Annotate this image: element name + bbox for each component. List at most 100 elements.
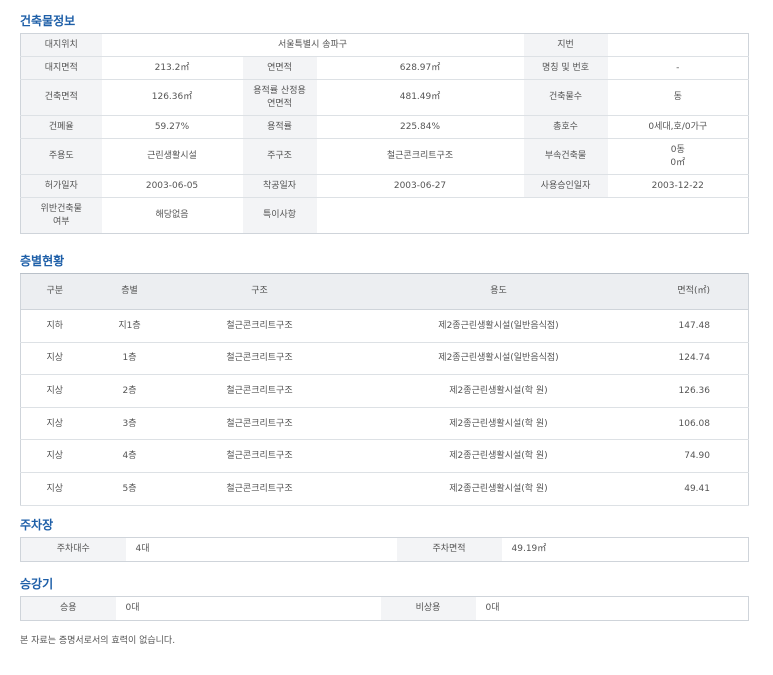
info-value: 481.49㎡: [316, 79, 524, 116]
info-label: 연면적: [242, 56, 317, 80]
parking-count-label: 주차대수: [20, 537, 126, 562]
info-label: 용적률 산정용 연면적: [242, 79, 317, 116]
table-row: 지상 3층 철근콘크리트구조 제2종근린생활시설(학 원) 106.08: [20, 407, 749, 441]
floor-type: 지상: [20, 439, 89, 473]
floor-header-floor: 층별: [88, 273, 171, 310]
floor-table: 구분 층별 구조 용도 면적(㎡) 지하 지1층 철근콘크리트구조 제2종근린생활시설…: [20, 273, 749, 506]
info-value: 213.2㎡: [101, 56, 243, 80]
floor-structure: 철근콘크리트구조: [170, 472, 349, 506]
info-label: 건축면적: [20, 79, 102, 116]
info-value: [316, 197, 749, 234]
table-row: 지상 4층 철근콘크리트구조 제2종근린생활시설(학 원) 74.90: [20, 439, 749, 473]
info-label: 건축물수: [523, 79, 608, 116]
info-value: 해당없음: [101, 197, 243, 234]
info-label: 대지면적: [20, 56, 102, 80]
floor-level: 5층: [88, 472, 171, 506]
info-label: 건폐율: [20, 115, 102, 139]
building-info-row: 허가일자 2003-06-05 착공일자 2003-06-27 사용승인일자 2003-1…: [20, 174, 749, 198]
floor-structure: 철근콘크리트구조: [170, 342, 349, 376]
elevator-title: 승강기: [20, 577, 54, 591]
floor-level: 3층: [88, 407, 171, 441]
info-value: [607, 33, 749, 57]
floor-structure: 철근콘크리트구조: [170, 374, 349, 408]
floor-use: 제2종근린생활시설(일반음식점): [348, 309, 649, 343]
table-row: 지상 2층 철근콘크리트구조 제2종근린생활시설(학 원) 126.36: [20, 374, 749, 408]
elevator-passenger-label: 승용: [20, 596, 116, 621]
info-label: 명칭 및 번호: [523, 56, 608, 80]
elevator-passenger-value: 0대: [125, 603, 140, 614]
parking-table: 주차대수 4대 주차면적 49.19㎡: [20, 537, 749, 562]
parking-area-value: 49.19㎡: [511, 544, 547, 555]
building-info-row: 대지위치 서울특별시 송파구 지번: [20, 33, 749, 57]
building-info-row: 대지면적 213.2㎡ 연면적 628.97㎡ 명칭 및 번호 -: [20, 56, 749, 80]
parking-count-value: 4대: [135, 544, 150, 555]
elevator-emergency-label: 비상용: [380, 596, 476, 621]
info-label: 허가일자: [20, 174, 102, 198]
info-value: -: [607, 56, 749, 80]
elevator-emergency-value: 0대: [485, 603, 500, 614]
parking-title: 주차장: [20, 518, 54, 532]
floor-header-area: 면적(㎡): [648, 273, 749, 310]
disclaimer-notice: 본 자료는 증명서로서의 효력이 없습니다.: [20, 636, 176, 646]
info-value: 근린생활시설: [101, 138, 243, 175]
building-info-row: 주용도 근린생활시설 주구조 철근콘크리트구조 부속건축물 0동 0㎡: [20, 138, 749, 175]
floor-header-use: 용도: [348, 273, 649, 310]
floor-area: 147.48: [648, 309, 749, 343]
info-value: 126.36㎡: [101, 79, 243, 116]
floor-use: 제2종근린생활시설(학 원): [348, 374, 649, 408]
parking-area-label: 주차면적: [396, 537, 502, 562]
parking-row: 주차대수 4대 주차면적 49.19㎡: [20, 537, 749, 562]
info-value: 0세대,호/0가구: [607, 115, 749, 139]
floor-table-header-row: 구분 층별 구조 용도 면적(㎡): [20, 273, 749, 310]
floor-type: 지상: [20, 342, 89, 376]
info-value: 2003-06-05: [101, 174, 243, 198]
floor-level: 2층: [88, 374, 171, 408]
floor-area: 126.36: [648, 374, 749, 408]
floor-use: 제2종근린생활시설(학 원): [348, 439, 649, 473]
building-info-row: 건축면적 126.36㎡ 용적률 산정용 연면적 481.49㎡ 건축물수 동: [20, 79, 749, 116]
info-value: 2003-06-27: [316, 174, 524, 198]
floor-use: 제2종근린생활시설(일반음식점): [348, 342, 649, 376]
floor-area: 124.74: [648, 342, 749, 376]
info-value: 225.84%: [316, 115, 524, 139]
info-value: 0동 0㎡: [607, 138, 749, 175]
info-label: 주용도: [20, 138, 102, 175]
floor-header-type: 구분: [20, 273, 89, 310]
table-row: 지하 지1층 철근콘크리트구조 제2종근린생활시설(일반음식점) 147.48: [20, 309, 749, 343]
table-row: 지상 1층 철근콘크리트구조 제2종근린생활시설(일반음식점) 124.74: [20, 342, 749, 376]
info-value: 2003-12-22: [607, 174, 749, 198]
floor-area: 106.08: [648, 407, 749, 441]
floor-type: 지상: [20, 407, 89, 441]
info-label: 용적률: [242, 115, 317, 139]
info-value: 동: [607, 79, 749, 116]
info-value: 철근콘크리트구조: [316, 138, 524, 175]
floor-level: 지1층: [88, 309, 171, 343]
info-label: 지번: [523, 33, 608, 57]
floors-title: 층별현황: [20, 254, 65, 268]
floor-type: 지하: [20, 309, 89, 343]
floor-structure: 철근콘크리트구조: [170, 407, 349, 441]
floor-use: 제2종근린생활시설(학 원): [348, 407, 649, 441]
info-label: 총호수: [523, 115, 608, 139]
floor-type: 지상: [20, 472, 89, 506]
elevator-table: 승용 0대 비상용 0대: [20, 596, 749, 621]
building-info-row: 위반건축물 여부 해당없음 특이사항: [20, 197, 749, 234]
building-info-table: 대지위치 서울특별시 송파구 지번 대지면적 213.2㎡ 연면적 628.97㎡ 명칭 및 …: [20, 33, 750, 234]
info-value: 59.27%: [101, 115, 243, 139]
info-label: 주구조: [242, 138, 317, 175]
info-label: 사용승인일자: [523, 174, 608, 198]
table-row: 지상 5층 철근콘크리트구조 제2종근린생활시설(학 원) 49.41: [20, 472, 749, 506]
floor-use: 제2종근린생활시설(학 원): [348, 472, 649, 506]
info-value: 628.97㎡: [316, 56, 524, 80]
elevator-row: 승용 0대 비상용 0대: [20, 596, 749, 621]
floor-structure: 철근콘크리트구조: [170, 439, 349, 473]
floor-level: 4층: [88, 439, 171, 473]
info-label: 대지위치: [20, 33, 102, 57]
info-label: 부속건축물: [523, 138, 608, 175]
info-label: 위반건축물 여부: [20, 197, 102, 234]
building-info-row: 건폐율 59.27% 용적률 225.84% 총호수 0세대,호/0가구: [20, 115, 749, 139]
info-label: 착공일자: [242, 174, 317, 198]
info-value: 서울특별시 송파구: [101, 33, 524, 57]
floor-structure: 철근콘크리트구조: [170, 309, 349, 343]
floor-header-structure: 구조: [170, 273, 349, 310]
